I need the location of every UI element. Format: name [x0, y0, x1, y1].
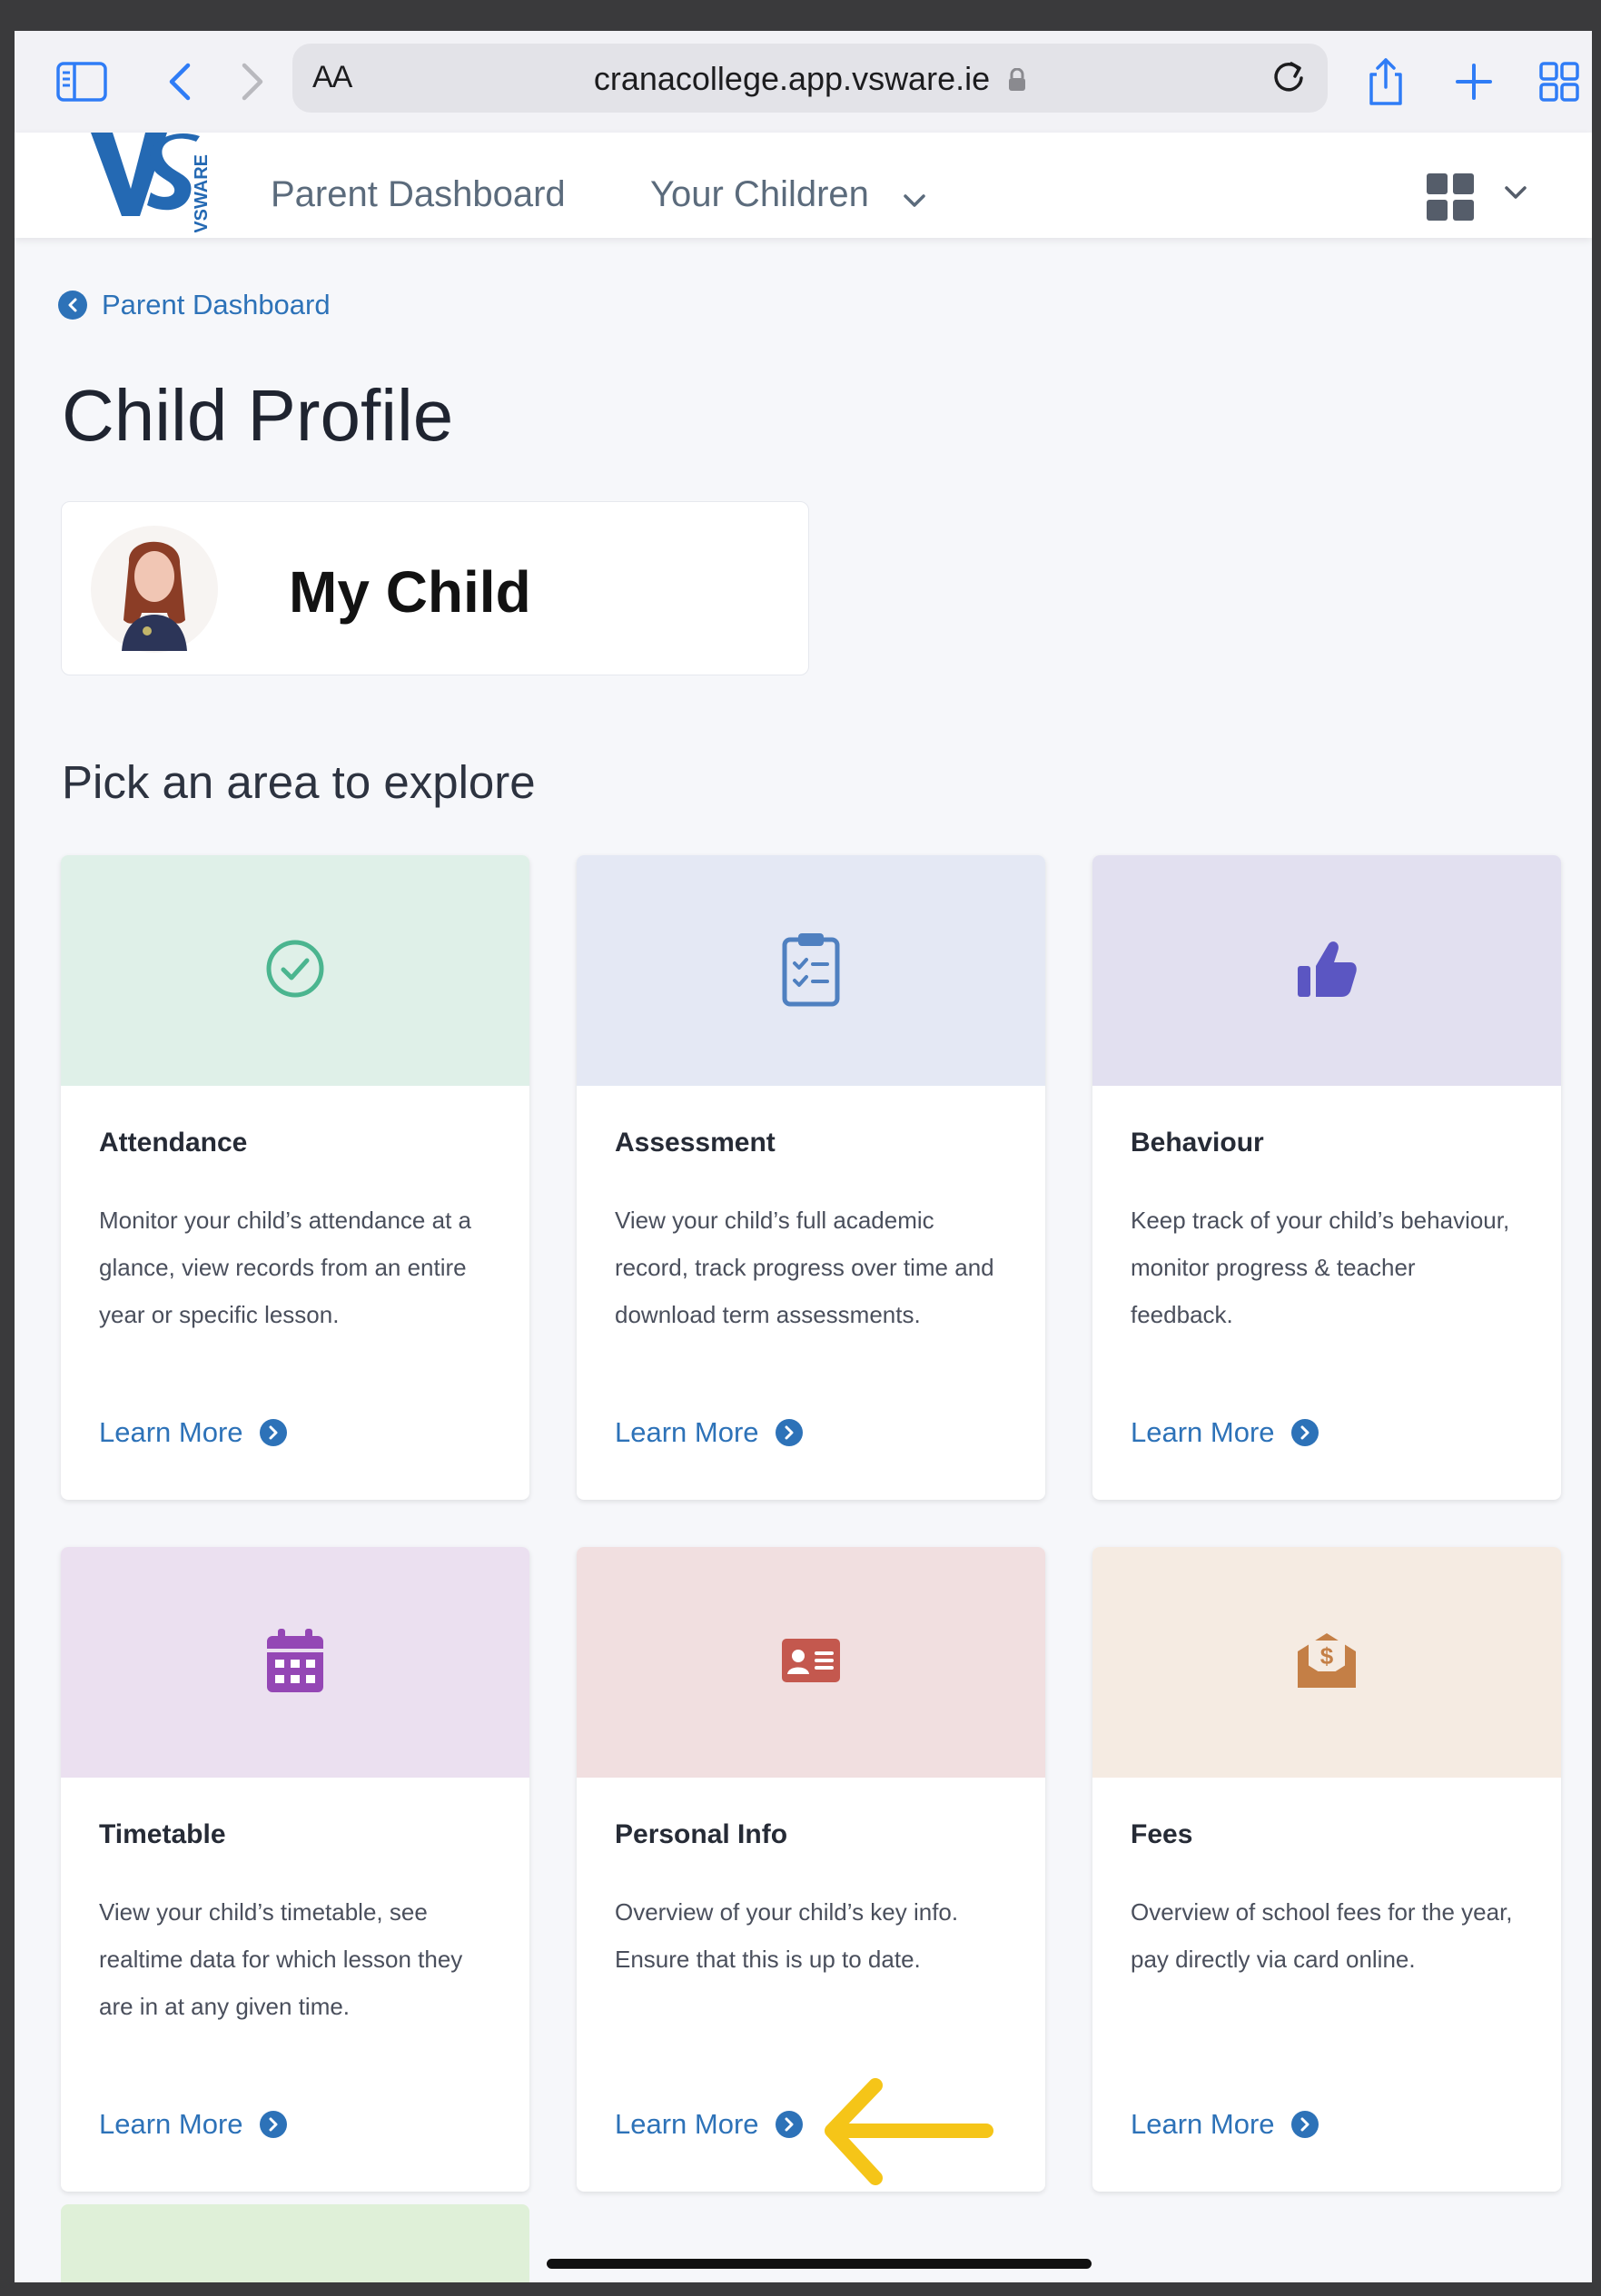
url-text: cranacollege.app.vsware.ie	[593, 60, 991, 97]
address-bar[interactable]: AA cranacollege.app.vsware.ie	[292, 44, 1328, 113]
vsware-logo[interactable]: VSWARE	[78, 133, 214, 237]
lock-icon	[1008, 62, 1026, 100]
card-description: View your child’s timetable, see realtim…	[99, 1898, 463, 2020]
apps-grid-icon[interactable]	[1427, 173, 1474, 225]
learn-more-label: Learn More	[1131, 2108, 1275, 2140]
learn-more-label: Learn More	[615, 2108, 759, 2140]
card-header	[61, 2204, 529, 2282]
chevron-down-icon	[903, 176, 926, 217]
fees-card[interactable]: $ Fees Overview of school fees for the y…	[1092, 1547, 1561, 2192]
money-envelope-icon: $	[1296, 1631, 1358, 1694]
timetable-card[interactable]: Timetable View your child’s timetable, s…	[61, 1547, 529, 2192]
card-description: Overview of your child’s key info. Ensur…	[615, 1898, 959, 1973]
learn-more-label: Learn More	[615, 1416, 759, 1448]
calendar-icon	[265, 1627, 325, 1699]
tab-overview-icon[interactable]	[1532, 54, 1586, 109]
nav-your-children-label: Your Children	[650, 174, 869, 214]
card-title: Timetable	[99, 1819, 226, 1849]
browser-window: AA cranacollege.app.vsware.ie VSWARE Par…	[15, 31, 1592, 2282]
assessment-card[interactable]: Assessment View your child’s full academ…	[577, 855, 1045, 1500]
chevron-right-circle-icon	[1290, 1419, 1319, 1446]
section-title: Pick an area to explore	[62, 756, 536, 808]
card-title: Behaviour	[1131, 1128, 1264, 1158]
reload-icon[interactable]	[1266, 54, 1311, 104]
forward-icon[interactable]	[225, 54, 280, 109]
card-header	[61, 1547, 529, 1778]
chevron-right-circle-icon	[775, 2111, 803, 2138]
sidebar-toggle-icon[interactable]	[54, 54, 109, 109]
card-header	[61, 855, 529, 1086]
chevron-left-circle-icon	[58, 291, 87, 320]
learn-more-link[interactable]: Learn More	[615, 2108, 803, 2141]
child-card[interactable]: My Child	[61, 501, 809, 675]
svg-text:$: $	[1320, 1642, 1334, 1670]
child-avatar	[91, 526, 218, 653]
learn-more-link[interactable]: Learn More	[99, 2108, 287, 2141]
card-title: Fees	[1131, 1819, 1193, 1849]
card-title: Assessment	[615, 1128, 776, 1158]
chevron-right-circle-icon	[1290, 2111, 1319, 2138]
card-description: Monitor your child’s attendance at a gla…	[99, 1207, 471, 1328]
card-description: View your child’s full academic record, …	[615, 1207, 994, 1328]
card-description: Keep track of your child’s behaviour, mo…	[1131, 1207, 1510, 1328]
chevron-right-circle-icon	[259, 2111, 287, 2138]
chevron-right-circle-icon	[259, 1419, 287, 1446]
chevron-right-circle-icon	[775, 1419, 803, 1446]
learn-more-label: Learn More	[99, 1416, 243, 1448]
breadcrumb[interactable]: Parent Dashboard	[58, 289, 331, 321]
check-circle-icon	[265, 939, 325, 1003]
behaviour-card[interactable]: Behaviour Keep track of your child’s beh…	[1092, 855, 1561, 1500]
logo-text: VSWARE	[192, 154, 212, 232]
apps-chevron-down-icon[interactable]	[1504, 185, 1527, 204]
card-title: Personal Info	[615, 1819, 788, 1849]
card-header	[1092, 855, 1561, 1086]
partial-card[interactable]	[61, 2204, 529, 2282]
learn-more-label: Learn More	[99, 2108, 243, 2140]
card-header: $	[1092, 1547, 1561, 1778]
breadcrumb-label: Parent Dashboard	[102, 289, 331, 320]
attendance-card[interactable]: Attendance Monitor your child’s attendan…	[61, 855, 529, 1500]
share-icon[interactable]	[1359, 54, 1413, 109]
clipboard-icon	[782, 931, 840, 1011]
annotation-arrow-icon	[821, 2078, 993, 2192]
app-navbar: VSWARE Parent Dashboard Your Children	[15, 133, 1592, 238]
back-icon[interactable]	[153, 54, 207, 109]
id-card-icon	[781, 1638, 841, 1688]
thumbs-up-icon	[1296, 939, 1358, 1003]
browser-toolbar: AA cranacollege.app.vsware.ie	[15, 31, 1592, 133]
card-header	[577, 1547, 1045, 1778]
learn-more-link[interactable]: Learn More	[1131, 1416, 1319, 1449]
page-title: Child Profile	[62, 375, 454, 456]
learn-more-link[interactable]: Learn More	[615, 1416, 803, 1449]
child-name: My Child	[289, 559, 531, 625]
learn-more-link[interactable]: Learn More	[1131, 2108, 1319, 2141]
card-title: Attendance	[99, 1128, 248, 1158]
new-tab-icon[interactable]	[1447, 54, 1501, 109]
url-field[interactable]: cranacollege.app.vsware.ie	[292, 60, 1328, 100]
card-description: Overview of school fees for the year, pa…	[1131, 1898, 1513, 1973]
learn-more-label: Learn More	[1131, 1416, 1275, 1448]
card-header	[577, 855, 1045, 1086]
learn-more-link[interactable]: Learn More	[99, 1416, 287, 1449]
nav-your-children[interactable]: Your Children	[650, 174, 926, 217]
home-indicator[interactable]	[547, 2259, 1092, 2269]
nav-parent-dashboard[interactable]: Parent Dashboard	[271, 174, 566, 215]
